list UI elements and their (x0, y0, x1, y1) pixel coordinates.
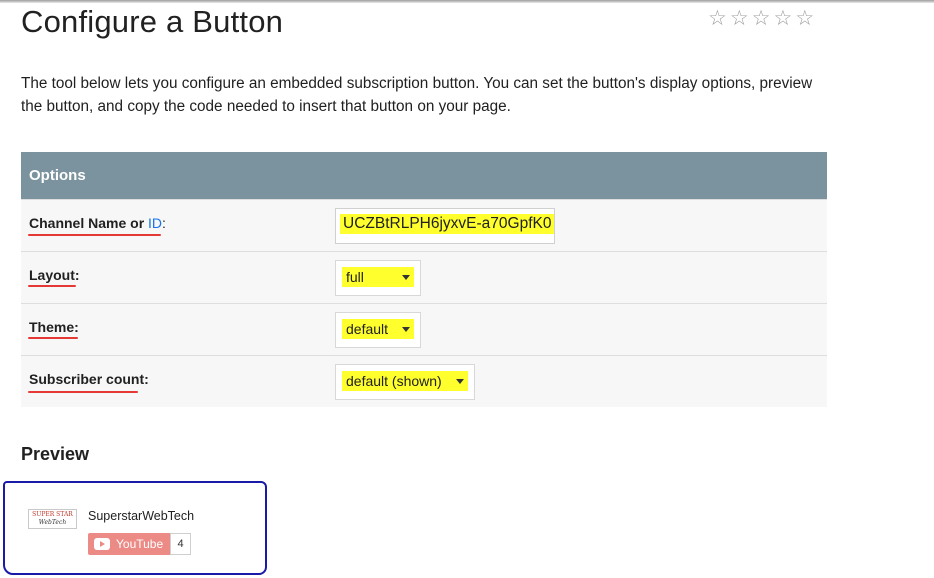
option-row-layout: Layout: full (21, 251, 827, 303)
star-icon[interactable]: ☆ (752, 8, 771, 29)
channel-logo[interactable]: SUPER STAR WebTech (28, 509, 77, 529)
option-row-theme: Theme: default (21, 303, 827, 355)
caret-down-icon (402, 326, 410, 332)
subscriber-count-badge: 4 (170, 533, 191, 555)
star-icon[interactable]: ☆ (795, 8, 814, 29)
subscriber-count-select-value: default (shown) (342, 371, 468, 391)
channel-label: Channel Name or ID: (29, 215, 166, 231)
caret-down-icon (456, 378, 464, 384)
star-icon[interactable]: ☆ (708, 8, 727, 29)
option-row-channel: Channel Name or ID: UCZBtRLPH6jyxvE-a70G… (21, 199, 827, 251)
annotation-underline (28, 337, 78, 339)
layout-select-value: full (342, 267, 414, 287)
option-row-subscriber-count: Subscriber count: default (shown) (21, 355, 827, 407)
youtube-play-icon (94, 538, 110, 550)
theme-select[interactable]: default (335, 312, 421, 348)
layout-label: Layout: (29, 267, 80, 283)
preview-channel-name[interactable]: SuperstarWebTech (88, 509, 194, 523)
top-divider (0, 0, 934, 3)
theme-label: Theme: (29, 319, 79, 335)
channel-label-text: Channel Name or (29, 215, 149, 231)
channel-id-value: UCZBtRLPH6jyxvE-a70GpfK0 (340, 214, 554, 234)
logo-text-line1: SUPER STAR (32, 511, 73, 518)
preview-heading: Preview (21, 444, 90, 464)
theme-select-value: default (342, 319, 414, 339)
subscriber-count-select-text: default (shown) (346, 373, 442, 389)
options-table: Options Channel Name or ID: UCZBtRLPH6jy… (21, 152, 827, 407)
annotation-underline (28, 285, 76, 287)
channel-label-colon: : (162, 215, 166, 231)
options-header: Options (21, 152, 827, 199)
star-icon[interactable]: ☆ (730, 8, 749, 29)
subscriber-count-select[interactable]: default (shown) (335, 364, 475, 400)
subscriber-count-label: Subscriber count: (29, 371, 149, 387)
id-link[interactable]: ID (148, 215, 162, 231)
page-title: Configure a Button (21, 4, 284, 39)
layout-select[interactable]: full (335, 260, 421, 296)
annotation-underline (28, 391, 138, 393)
page-rating[interactable]: ☆ ☆ ☆ ☆ ☆ (708, 8, 814, 29)
layout-select-text: full (346, 269, 364, 285)
star-icon[interactable]: ☆ (773, 8, 792, 29)
logo-text-line2: WebTech (38, 519, 67, 526)
youtube-button-label: YouTube (116, 537, 164, 551)
theme-select-text: default (346, 321, 389, 337)
caret-down-icon (402, 274, 410, 280)
intro-paragraph: The tool below lets you configure an emb… (21, 75, 813, 115)
annotation-underline (28, 234, 161, 236)
channel-id-input[interactable]: UCZBtRLPH6jyxvE-a70GpfK0 (335, 208, 555, 244)
youtube-subscribe-button[interactable]: YouTube (88, 533, 170, 555)
